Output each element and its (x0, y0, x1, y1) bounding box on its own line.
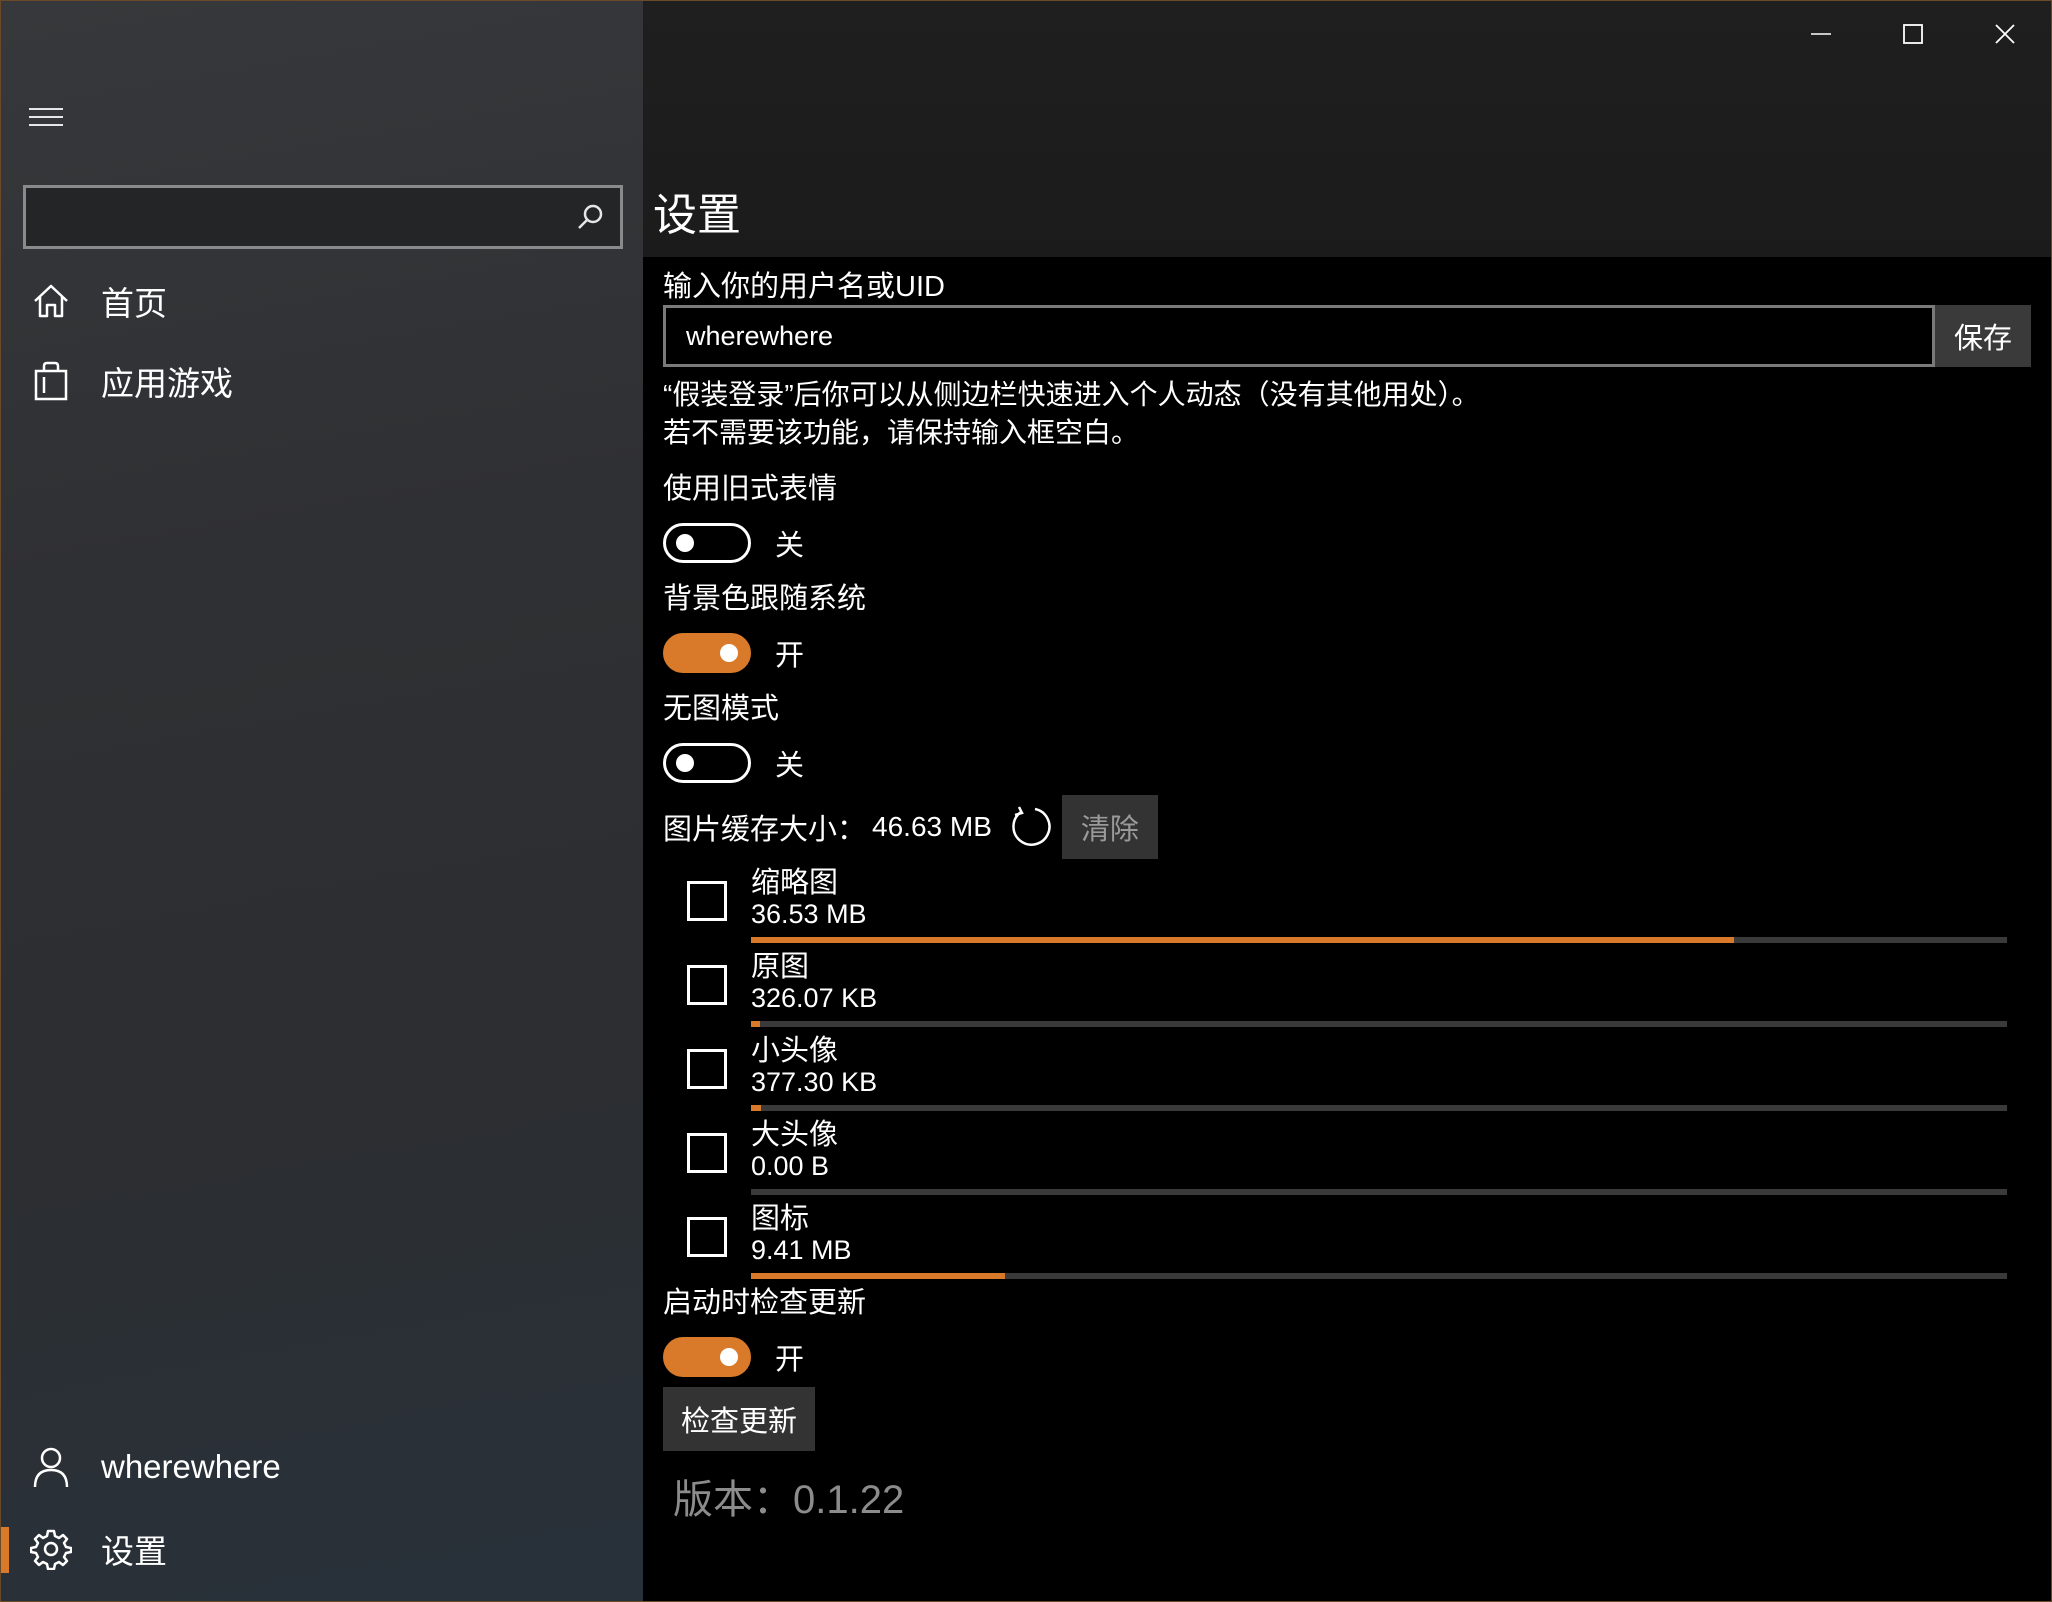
uid-hint-line1: “假装登录”后你可以从侧边栏快速进入个人动态（没有其他用处）。 (663, 379, 1480, 410)
sidebar-item-label: 首页 (101, 285, 167, 322)
minimize-icon (1811, 33, 1831, 35)
sidebar: 首页 应用游戏 wherewhere 设置 (1, 1, 643, 1601)
cache-item-large-avatar: 大头像 0.00 B (687, 1117, 2027, 1201)
sidebar-item-label: 应用游戏 (101, 365, 233, 402)
cache-item-progress-bar (751, 1021, 2007, 1027)
selection-indicator (1, 1527, 9, 1573)
cache-item-original: 原图 326.07 KB (687, 949, 2027, 1033)
cache-item-size: 9.41 MB (751, 1235, 852, 1265)
cache-item-size: 377.30 KB (751, 1067, 878, 1097)
page-title: 设置 (653, 191, 741, 240)
old-emoji-label: 使用旧式表情 (663, 473, 838, 505)
close-icon (1995, 24, 2015, 44)
toggle-switch[interactable] (663, 1337, 751, 1377)
cache-item-name: 小头像 (751, 1035, 839, 1067)
person-icon (1, 1427, 101, 1507)
save-button[interactable]: 保存 (1935, 305, 2031, 367)
toggle-switch[interactable] (663, 523, 751, 563)
cache-item-progress-bar (751, 1189, 2007, 1195)
search-icon[interactable] (560, 188, 620, 246)
cache-item-checkbox[interactable] (687, 1133, 727, 1173)
toggle-state-label: 关 (775, 530, 805, 562)
toggle-state-label: 开 (775, 640, 805, 672)
sidebar-item-label: 设置 (101, 1533, 167, 1570)
cache-item-checkbox[interactable] (687, 881, 727, 921)
sidebar-item-user[interactable]: wherewhere (1, 1427, 643, 1507)
home-icon (1, 261, 101, 341)
uid-hint-line2: 若不需要该功能，请保持输入框空白。 (663, 417, 1140, 448)
cache-item-small-avatar: 小头像 377.30 KB (687, 1033, 2027, 1117)
maximize-icon (1903, 24, 1923, 44)
cache-size-row: 图片缓存大小： 46.63 MB 清除 (663, 795, 1158, 859)
toggle-state-label: 开 (775, 1344, 805, 1376)
close-button[interactable] (1959, 1, 2051, 67)
maximize-button[interactable] (1867, 1, 1959, 67)
cache-item-progress-bar (751, 1273, 2007, 1279)
search-input[interactable] (26, 188, 560, 246)
gear-icon (1, 1509, 101, 1589)
cache-item-name: 缩略图 (751, 867, 839, 899)
clear-cache-button[interactable]: 清除 (1061, 795, 1158, 859)
cache-item-name: 图标 (751, 1203, 810, 1235)
cache-item-checkbox[interactable] (687, 1049, 727, 1089)
check-on-start-toggle[interactable]: 开 (663, 1335, 804, 1379)
sidebar-item-games[interactable]: 应用游戏 (1, 341, 643, 421)
search-box (23, 185, 623, 249)
toggle-state-label: 关 (775, 750, 805, 782)
sidebar-item-settings[interactable]: 设置 (1, 1509, 643, 1589)
minimize-button[interactable] (1775, 1, 1867, 67)
check-update-button[interactable]: 检查更新 (663, 1387, 815, 1451)
cache-size-value: 46.63 MB (872, 811, 992, 842)
shopping-bag-icon (1, 341, 101, 421)
cache-item-name: 大头像 (751, 1119, 839, 1151)
cache-item-size: 326.07 KB (751, 983, 878, 1013)
uid-label: 输入你的用户名或UID (663, 271, 945, 303)
bg-follow-system-toggle[interactable]: 开 (663, 631, 804, 675)
cache-item-icon: 图标 9.41 MB (687, 1201, 2027, 1285)
cache-item-checkbox[interactable] (687, 965, 727, 1005)
sidebar-item-label: wherewhere (101, 1448, 281, 1485)
hamburger-menu-icon[interactable] (29, 97, 73, 137)
cache-item-progress-bar (751, 937, 2007, 943)
cache-item-thumbnail: 缩略图 36.53 MB (687, 865, 2027, 949)
cache-size-label: 图片缓存大小： (663, 814, 867, 846)
toggle-switch[interactable] (663, 633, 751, 673)
toggle-switch[interactable] (663, 743, 751, 783)
cache-item-checkbox[interactable] (687, 1217, 727, 1257)
bg-follow-system-label: 背景色跟随系统 (663, 583, 867, 615)
old-emoji-toggle[interactable]: 关 (663, 521, 804, 565)
cache-item-size: 0.00 B (751, 1151, 830, 1181)
cache-item-progress-fill (751, 937, 1735, 943)
cache-item-progress-bar (751, 1105, 2007, 1111)
no-image-mode-label: 无图模式 (663, 693, 780, 725)
sidebar-item-home[interactable]: 首页 (1, 261, 643, 341)
version-label: 版本：0.1.22 (673, 1478, 905, 1522)
cache-item-name: 原图 (751, 951, 810, 983)
app-window: 首页 应用游戏 wherewhere 设置 设置 输入你的用户名或UID whe… (0, 0, 2052, 1602)
refresh-icon[interactable] (1006, 802, 1056, 852)
no-image-mode-toggle[interactable]: 关 (663, 741, 804, 785)
check-on-start-label: 启动时检查更新 (663, 1287, 867, 1319)
uid-input[interactable] (663, 305, 1935, 367)
cache-item-size: 36.53 MB (751, 899, 867, 929)
